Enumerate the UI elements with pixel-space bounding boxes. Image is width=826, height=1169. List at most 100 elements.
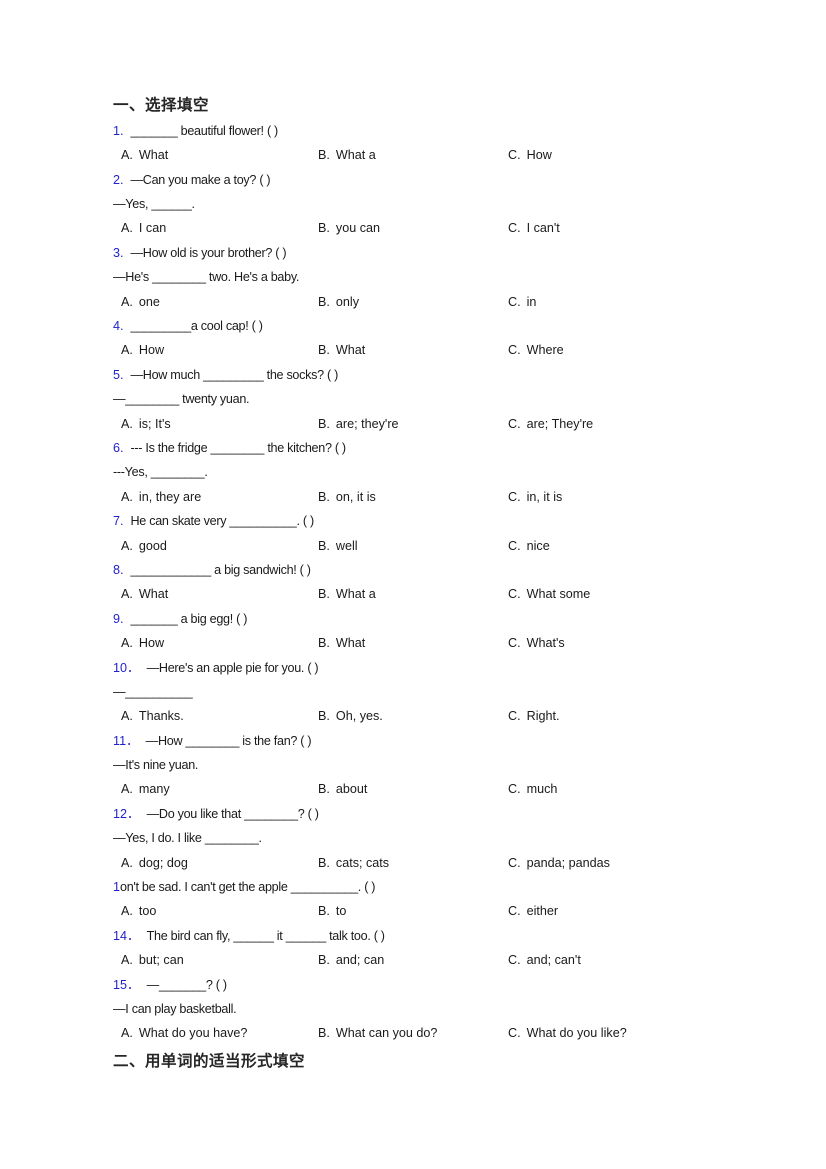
option-a[interactable]: A. many <box>121 777 170 801</box>
question-number: 9. <box>113 611 124 626</box>
option-c[interactable]: C. Right. <box>508 704 560 728</box>
question-number: 1. <box>113 123 124 138</box>
option-letter: B. <box>318 587 330 602</box>
option-b[interactable]: B. on, it is <box>318 485 376 509</box>
option-a[interactable]: A. is; It's <box>121 412 171 436</box>
option-c[interactable]: C. panda; pandas <box>508 851 610 875</box>
option-a[interactable]: A. in, they are <box>121 485 201 509</box>
question-text: ____________ a big sandwich! ( ) <box>130 562 311 577</box>
option-a[interactable]: A. How <box>121 631 164 655</box>
option-a[interactable]: A. too <box>121 899 156 923</box>
option-b[interactable]: B. only <box>318 290 359 314</box>
option-c[interactable]: C. nice <box>508 534 550 558</box>
option-c[interactable]: C. in, it is <box>508 485 562 509</box>
option-b[interactable]: B. What <box>318 338 365 362</box>
option-letter: C. <box>508 416 521 431</box>
option-row: A. one B. only C. in <box>113 290 713 314</box>
option-c[interactable]: C. What some <box>508 582 590 606</box>
option-a[interactable]: A. What <box>121 143 168 167</box>
question-stem: 6. --- Is the fridge ________ the kitche… <box>113 436 713 460</box>
option-b[interactable]: B. What a <box>318 143 376 167</box>
option-text: dog; dog <box>138 855 188 870</box>
option-row: A. I can B. you can C. I can't <box>113 216 713 240</box>
option-letter: A. <box>121 953 133 968</box>
option-text: only <box>335 294 360 309</box>
question-number: 11． <box>113 733 139 748</box>
option-c[interactable]: C. are; They're <box>508 412 593 436</box>
option-text: in <box>526 294 537 309</box>
option-b[interactable]: B. and; can <box>318 948 384 972</box>
option-b[interactable]: B. What <box>318 631 365 655</box>
option-c[interactable]: C. Where <box>508 338 564 362</box>
option-a[interactable]: A. one <box>121 290 160 314</box>
option-c[interactable]: C. in <box>508 290 536 314</box>
question-number: 8. <box>113 562 124 577</box>
option-b[interactable]: B. cats; cats <box>318 851 389 875</box>
question-stem: 14． The bird can fly, ______ it ______ t… <box>113 924 713 948</box>
option-b[interactable]: B. to <box>318 899 346 923</box>
option-row: A. How B. What C. Where <box>113 338 713 362</box>
question-continuation: ---Yes, ________. <box>113 465 208 480</box>
question-text: —Do you like that ________? ( ) <box>146 806 319 821</box>
option-letter: B. <box>318 343 330 358</box>
option-b[interactable]: B. about <box>318 777 367 801</box>
option-letter: C. <box>508 709 521 724</box>
question-number: 10． <box>113 660 140 675</box>
option-row: A. in, they are B. on, it is C. in, it is <box>113 485 713 509</box>
option-text: What's <box>526 636 565 651</box>
option-text: What a <box>335 587 376 602</box>
option-letter: A. <box>121 489 133 504</box>
option-text: I can't <box>526 221 560 236</box>
option-c[interactable]: C. and; can't <box>508 948 581 972</box>
option-a[interactable]: A. What <box>121 582 168 606</box>
question-stem: 12． —Do you like that ________? ( ) <box>113 802 713 826</box>
option-text: you can <box>335 221 381 236</box>
option-letter: C. <box>508 148 521 163</box>
option-text: What <box>138 148 169 163</box>
question-text: —How ________ is the fan? ( ) <box>145 733 312 748</box>
option-letter: B. <box>318 636 330 651</box>
option-c[interactable]: C. I can't <box>508 216 560 240</box>
option-text: one <box>138 294 160 309</box>
option-b[interactable]: B. are; they're <box>318 412 399 436</box>
option-b[interactable]: B. you can <box>318 216 380 240</box>
option-c[interactable]: C. What's <box>508 631 565 655</box>
option-text: are; They're <box>526 416 594 431</box>
option-a[interactable]: A. good <box>121 534 167 558</box>
option-text: How <box>526 148 552 163</box>
option-row: A. too B. to C. either <box>113 899 713 923</box>
option-letter: A. <box>121 221 133 236</box>
option-text: panda; pandas <box>526 855 610 870</box>
option-letter: A. <box>121 587 133 602</box>
option-text: and; can't <box>526 953 581 968</box>
option-a[interactable]: A. What do you have? <box>121 1021 247 1045</box>
option-b[interactable]: B. What can you do? <box>318 1021 437 1045</box>
option-text: nice <box>526 538 550 553</box>
question-stem: 11． —How ________ is the fan? ( ) <box>113 729 713 753</box>
option-a[interactable]: A. but; can <box>121 948 184 972</box>
option-c[interactable]: C. How <box>508 143 552 167</box>
option-letter: C. <box>508 294 521 309</box>
option-letter: C. <box>508 343 521 358</box>
question-continuation: —I can play basketball. <box>113 1001 237 1016</box>
option-text: but; can <box>138 953 184 968</box>
option-letter: A. <box>121 1026 133 1041</box>
option-letter: C. <box>508 1026 521 1041</box>
option-b[interactable]: B. well <box>318 534 358 558</box>
option-text: cats; cats <box>335 855 390 870</box>
option-b[interactable]: B. What a <box>318 582 376 606</box>
option-b[interactable]: B. Oh, yes. <box>318 704 383 728</box>
option-letter: B. <box>318 782 330 797</box>
option-letter: B. <box>318 709 330 724</box>
question-stem: 7. He can skate very __________. ( ) <box>113 509 713 533</box>
option-c[interactable]: C. much <box>508 777 557 801</box>
option-a[interactable]: A. dog; dog <box>121 851 188 875</box>
option-a[interactable]: A. How <box>121 338 164 362</box>
option-a[interactable]: A. Thanks. <box>121 704 184 728</box>
option-a[interactable]: A. I can <box>121 216 166 240</box>
question-stem: 1. _______ beautiful flower! ( ) <box>113 119 713 143</box>
option-c[interactable]: C. either <box>508 899 558 923</box>
option-row: A. good B. well C. nice <box>113 534 713 558</box>
option-letter: B. <box>318 904 330 919</box>
option-c[interactable]: C. What do you like? <box>508 1021 627 1045</box>
